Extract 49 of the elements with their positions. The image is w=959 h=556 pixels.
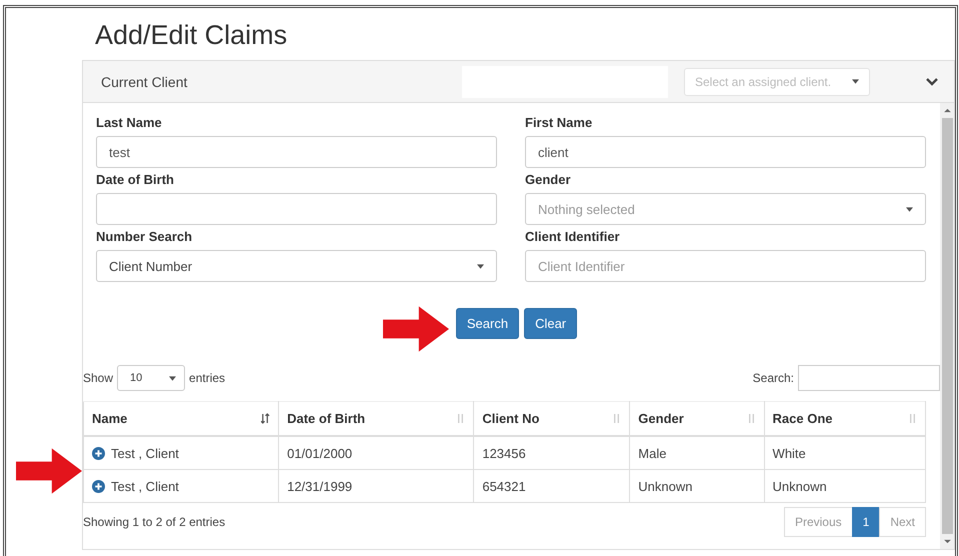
- page-title: Add/Edit Claims: [95, 20, 288, 50]
- input-field[interactable]: Client Identifier: [525, 250, 926, 282]
- column-header[interactable]: Client No: [474, 402, 630, 436]
- expand-icon[interactable]: [92, 480, 105, 494]
- table-cell: 12/31/1999: [287, 479, 352, 494]
- column-header[interactable]: Name: [84, 402, 279, 436]
- search-field[interactable]: [798, 365, 940, 391]
- caret-icon: [906, 206, 913, 212]
- table-cell: Unknown: [638, 479, 692, 494]
- caret-icon: [169, 376, 176, 380]
- input-field[interactable]: client: [525, 136, 926, 168]
- column-header[interactable]: Gender: [630, 402, 764, 436]
- input-field[interactable]: [96, 193, 497, 225]
- expand-icon[interactable]: [92, 447, 105, 460]
- scroll-down-icon[interactable]: [944, 539, 950, 544]
- input-field[interactable]: test: [96, 136, 497, 168]
- table-info: Showing 1 to 2 of 2 entries: [83, 515, 226, 529]
- field-label: Client Identifier: [525, 228, 621, 246]
- caret-icon: [852, 79, 859, 84]
- scrollbar[interactable]: [940, 103, 954, 549]
- field-label: First Name: [525, 114, 594, 132]
- clear-button[interactable]: Clear: [524, 308, 578, 339]
- arrow-icon: [16, 448, 82, 494]
- caret-icon: [477, 264, 484, 268]
- select-field[interactable]: Client Number: [96, 250, 497, 282]
- chevron-icon[interactable]: [926, 78, 938, 86]
- show-label: Show: [83, 371, 114, 385]
- arrow-icon: [383, 306, 449, 352]
- current-client-label: Current Client: [101, 74, 188, 90]
- field-label: Number Search: [96, 228, 194, 246]
- table-cell: Test , Client: [111, 446, 179, 462]
- table-cell: White: [772, 446, 806, 462]
- page-button[interactable]: 1: [852, 507, 880, 537]
- field-label: Last Name: [96, 114, 163, 132]
- column-header[interactable]: Race One: [764, 402, 926, 436]
- entries-label: entries: [189, 371, 226, 385]
- table-cell: 123456: [482, 446, 526, 462]
- table-cell: 654321: [482, 479, 526, 494]
- table-cell: Test , Client: [111, 479, 179, 494]
- search-button[interactable]: Search: [456, 308, 520, 339]
- field-label: Date of Birth: [96, 171, 175, 189]
- column-header[interactable]: Date of Birth: [278, 402, 474, 436]
- field-label: Gender: [525, 171, 572, 189]
- scroll-up-icon[interactable]: [944, 108, 950, 113]
- page-size-select[interactable]: 10: [117, 365, 186, 391]
- table-cell: 01/01/2000: [287, 446, 352, 462]
- table-cell: Unknown: [772, 479, 827, 494]
- search-label: Search:: [752, 371, 794, 385]
- table-cell: Male: [638, 446, 666, 462]
